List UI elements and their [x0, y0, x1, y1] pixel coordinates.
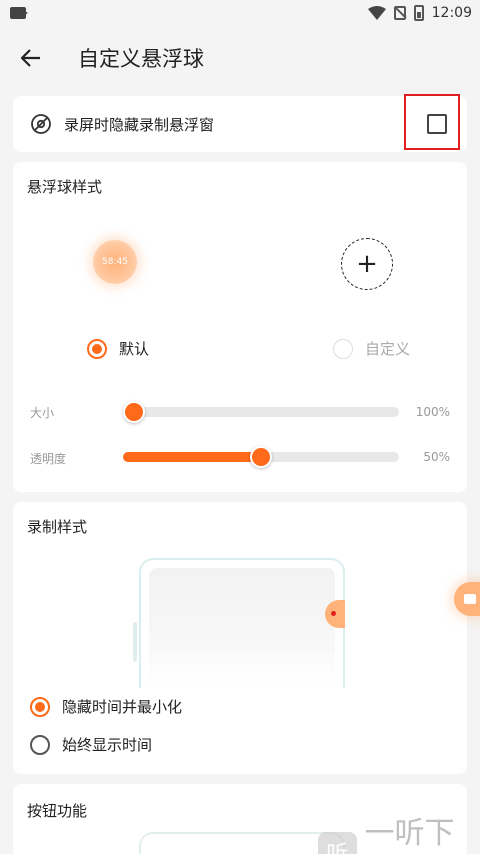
add-custom-ball-button[interactable]: + — [341, 238, 393, 290]
style-option-custom[interactable]: 自定义 — [333, 338, 410, 359]
ball-style-title: 悬浮球样式 — [27, 178, 103, 196]
arrow-left-icon — [21, 49, 40, 67]
opacity-value: 50% — [423, 450, 450, 464]
opacity-slider-thumb[interactable] — [250, 446, 272, 468]
status-time: 12:09 — [431, 5, 472, 21]
screen-record-icon — [10, 7, 28, 19]
watermark-logo: 听 — [318, 832, 357, 854]
hide-while-recording-row[interactable]: 录屏时隐藏录制悬浮窗 — [13, 94, 467, 152]
size-label: 大小 — [30, 406, 55, 420]
plus-icon: + — [356, 249, 378, 279]
eye-off-icon — [31, 114, 51, 134]
ball-preview-time: 58:45 — [102, 257, 128, 267]
battery-icon — [413, 5, 424, 21]
no-sim-icon — [393, 6, 406, 20]
button-function-title: 按钮功能 — [27, 802, 88, 820]
hide-while-recording-label: 录屏时隐藏录制悬浮窗 — [64, 115, 215, 134]
radio-default[interactable] — [87, 338, 107, 359]
floating-ball[interactable] — [454, 582, 480, 616]
radio-always-show[interactable] — [30, 734, 50, 755]
button-function-preview — [139, 832, 345, 854]
style-option-default[interactable]: 默认 — [87, 338, 149, 359]
record-style-card: 录制样式 隐藏时间并最小化 始终显示时间 — [13, 502, 467, 774]
style-option-custom-label: 自定义 — [365, 340, 411, 358]
radio-custom[interactable] — [333, 338, 353, 359]
phone-preview — [133, 558, 345, 688]
ball-style-card: 悬浮球样式 58:45 + 默认 自定义 大小 100% 透明度 50% — [13, 162, 467, 492]
status-bar: 12:09 — [0, 0, 480, 26]
radio-hide-time[interactable] — [30, 696, 50, 717]
opacity-slider[interactable] — [123, 446, 399, 468]
hide-while-recording-checkbox[interactable] — [427, 114, 447, 134]
watermark-text: 一听下载 — [364, 816, 455, 851]
record-style-title: 录制样式 — [27, 518, 88, 536]
record-option-hide[interactable]: 隐藏时间并最小化 — [30, 696, 182, 717]
record-option-always[interactable]: 始终显示时间 — [30, 734, 152, 755]
watermark: 听 一听下载 — [318, 808, 480, 854]
opacity-label: 透明度 — [30, 452, 67, 466]
size-value: 100% — [415, 405, 450, 419]
app-bar: 自定义悬浮球 — [0, 26, 480, 90]
phone-preview-fade — [141, 648, 343, 688]
default-ball-preview[interactable]: 58:45 — [93, 240, 137, 284]
size-slider[interactable] — [123, 401, 399, 423]
wifi-icon — [367, 6, 386, 20]
page-title: 自定义悬浮球 — [78, 47, 204, 71]
record-option-hide-label: 隐藏时间并最小化 — [62, 698, 183, 716]
opacity-slider-fill — [123, 452, 261, 462]
minimized-ball-preview — [325, 600, 345, 628]
back-button[interactable] — [16, 43, 46, 73]
size-slider-thumb[interactable] — [123, 401, 145, 423]
phone-side-button — [133, 622, 137, 662]
style-option-default-label: 默认 — [119, 340, 150, 358]
record-option-always-label: 始终显示时间 — [62, 736, 153, 754]
